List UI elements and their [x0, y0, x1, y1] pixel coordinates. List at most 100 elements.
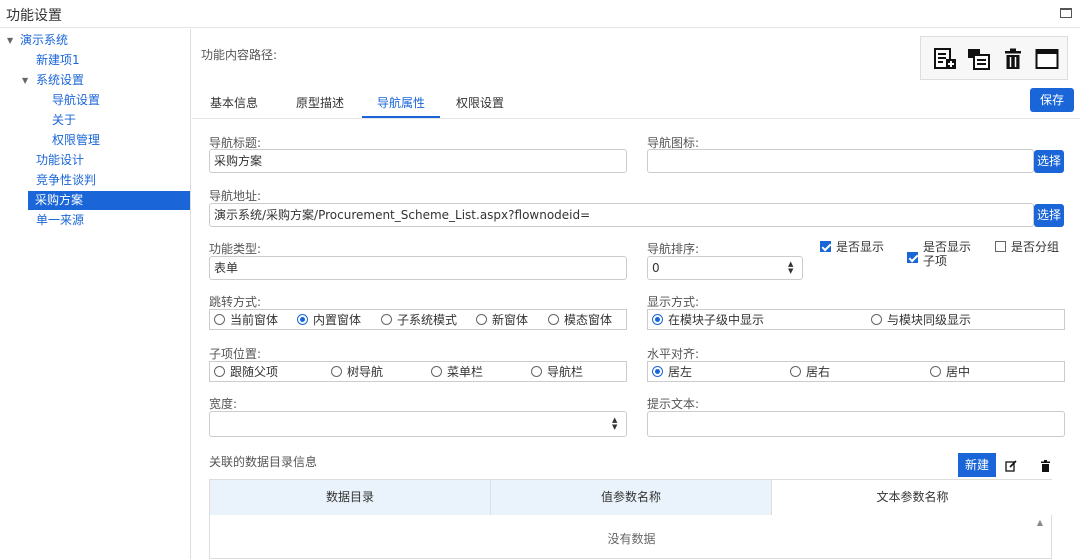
column-header-text-param[interactable]: 文本参数名称 [772, 480, 1053, 515]
tree-item-procurement[interactable]: 采购方案 [28, 191, 190, 210]
tree-item-permissions[interactable]: 权限管理 [52, 131, 100, 150]
column-header-catalog[interactable]: 数据目录 [210, 480, 491, 515]
jump-mode-label: 跳转方式: [209, 295, 262, 309]
radio-icon [548, 314, 559, 325]
show-children-label2: 子项 [923, 254, 948, 268]
title-bar: 功能设置 [0, 0, 1080, 28]
tab-nav-properties[interactable]: 导航属性 [362, 88, 440, 118]
add-page-icon[interactable] [933, 47, 957, 71]
stepper-icon[interactable]: ▲ ▼ [788, 261, 796, 275]
nav-url-select-button[interactable]: 选择 [1034, 204, 1064, 227]
radio-embedded-window[interactable]: 内置窗体 [297, 313, 361, 327]
tree-item-func-design[interactable]: 功能设计 [36, 151, 84, 170]
width-label: 宽度: [209, 397, 238, 411]
tree-item-single-source[interactable]: 单一来源 [36, 211, 84, 230]
show-checkbox-label: 是否显示 [836, 240, 885, 254]
tree-root[interactable]: 演示系统 [20, 31, 68, 50]
radio-label: 当前窗体 [230, 313, 279, 327]
edit-icon[interactable] [998, 453, 1024, 477]
radio-label: 居左 [668, 365, 693, 379]
tree-item-nav-settings[interactable]: 导航设置 [52, 91, 100, 110]
radio-label: 模态窗体 [564, 313, 613, 327]
trash-icon[interactable] [1001, 47, 1025, 71]
column-header-value-param[interactable]: 值参数名称 [491, 480, 772, 515]
nav-title-input[interactable]: 采购方案 [209, 149, 627, 173]
nav-order-value: 0 [652, 261, 660, 275]
move-page-icon[interactable] [967, 47, 991, 71]
window-icon[interactable] [1035, 47, 1059, 71]
radio-subsystem[interactable]: 子系统模式 [381, 313, 457, 327]
radio-new-window[interactable]: 新窗体 [476, 313, 528, 327]
radio-icon [531, 366, 542, 377]
h-align-group: 居左 居右 居中 [647, 361, 1065, 382]
func-type-input[interactable]: 表单 [209, 256, 627, 280]
maximize-icon[interactable] [1060, 8, 1072, 18]
radio-label: 与模块同级显示 [887, 313, 972, 327]
radio-label: 内置窗体 [313, 313, 362, 327]
tip-text-input[interactable] [647, 411, 1065, 437]
table-header: 数据目录 值参数名称 文本参数名称 [210, 480, 1053, 515]
radio-selected-icon [297, 314, 308, 325]
jump-mode-group: 当前窗体 内置窗体 子系统模式 新窗体 模态窗体 [209, 309, 627, 330]
content-path-label: 功能内容路径: [201, 48, 278, 62]
tree-item-system-settings[interactable]: 系统设置 [36, 71, 84, 90]
save-button[interactable]: 保存 [1030, 88, 1074, 112]
nav-order-input[interactable]: 0 ▲ ▼ [647, 256, 803, 280]
tip-text-label: 提示文本: [647, 397, 700, 411]
radio-icon [214, 314, 225, 325]
delete-icon[interactable] [1032, 453, 1058, 477]
radio-icon [790, 366, 801, 377]
stepper-icon[interactable]: ▲ ▼ [612, 417, 620, 431]
radio-icon [476, 314, 487, 325]
nav-icon-input[interactable] [647, 149, 1034, 173]
radio-follow-parent[interactable]: 跟随父项 [214, 365, 278, 379]
radio-nav-bar[interactable]: 导航栏 [531, 365, 583, 379]
radio-label: 树导航 [347, 365, 384, 379]
radio-label: 跟随父项 [230, 365, 279, 379]
nav-url-input[interactable]: 演示系统/采购方案/Procurement_Scheme_List.aspx?f… [209, 203, 1034, 227]
nav-icon-select-button[interactable]: 选择 [1034, 150, 1064, 173]
radio-selected-icon [652, 366, 663, 377]
show-children-label: 是否显示 [923, 240, 972, 254]
radio-menu-bar[interactable]: 菜单栏 [431, 365, 483, 379]
radio-label: 新窗体 [492, 313, 529, 327]
tree-item-new1[interactable]: 新建项1 [36, 51, 80, 70]
radio-align-left[interactable]: 居左 [652, 365, 692, 379]
tab-prototype[interactable]: 原型描述 [290, 88, 350, 118]
radio-icon [381, 314, 392, 325]
expand-arrow-icon[interactable]: ▼ [22, 71, 28, 90]
group-checkbox[interactable]: 是否分组 [995, 240, 1059, 254]
tree-item-about[interactable]: 关于 [52, 111, 76, 130]
width-input[interactable]: ▲ ▼ [209, 411, 627, 437]
expand-arrow-icon[interactable]: ▼ [7, 31, 13, 50]
radio-current-window[interactable]: 当前窗体 [214, 313, 278, 327]
radio-icon [930, 366, 941, 377]
radio-tree-nav[interactable]: 树导航 [331, 365, 383, 379]
radio-icon [431, 366, 442, 377]
radio-icon [214, 366, 225, 377]
radio-align-right[interactable]: 居右 [790, 365, 830, 379]
checkbox-checked-icon [907, 252, 918, 263]
radio-icon [871, 314, 882, 325]
sub-position-group: 跟随父项 树导航 菜单栏 导航栏 [209, 361, 627, 382]
tab-permissions[interactable]: 权限设置 [450, 88, 510, 118]
radio-label: 居右 [806, 365, 831, 379]
tab-basic-info[interactable]: 基本信息 [208, 88, 260, 118]
scroll-up-icon[interactable]: ▲ [1037, 518, 1043, 527]
nav-order-label: 导航排序: [647, 242, 700, 256]
sidebar-tree: ▼ 演示系统 新建项1 ▼ 系统设置 导航设置 关于 权限管理 功能设计 竞争性… [0, 29, 191, 559]
group-checkbox-label: 是否分组 [1011, 240, 1060, 254]
radio-align-center[interactable]: 居中 [930, 365, 970, 379]
radio-label: 居中 [946, 365, 971, 379]
radio-show-same-level[interactable]: 与模块同级显示 [871, 313, 971, 327]
radio-label: 导航栏 [547, 365, 584, 379]
show-children-checkbox[interactable]: 是否显示 子项 [907, 240, 971, 268]
radio-modal-window[interactable]: 模态窗体 [548, 313, 612, 327]
display-mode-group: 在模块子级中显示 与模块同级显示 [647, 309, 1065, 330]
radio-label: 在模块子级中显示 [668, 313, 765, 327]
tree-item-negotiation[interactable]: 竞争性谈判 [36, 171, 96, 190]
new-related-button[interactable]: 新建 [958, 453, 996, 477]
show-checkbox[interactable]: 是否显示 [820, 240, 884, 254]
toolbar [920, 36, 1068, 80]
radio-show-in-child[interactable]: 在模块子级中显示 [652, 313, 764, 327]
